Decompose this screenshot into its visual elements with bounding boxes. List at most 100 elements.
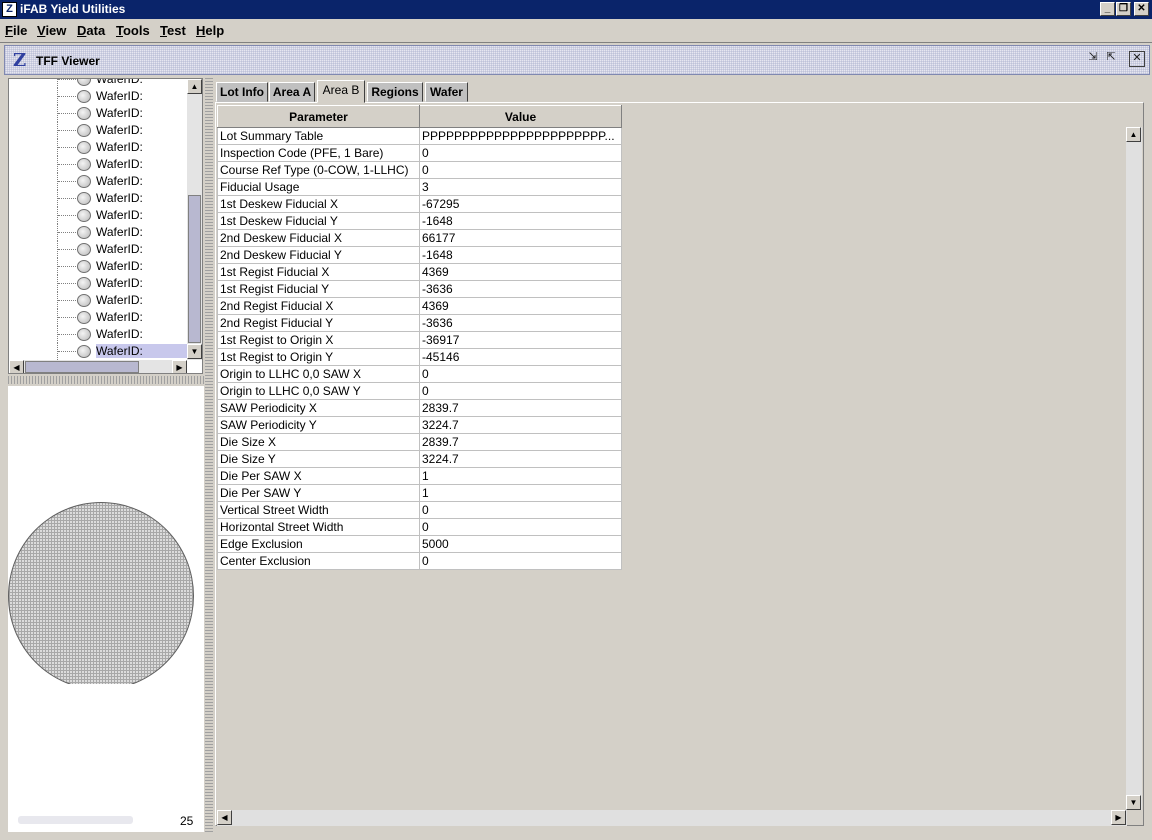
parameter-cell[interactable]: Center Exclusion: [217, 552, 420, 570]
tree-item[interactable]: WaferID:: [9, 258, 189, 275]
tree-item[interactable]: WaferID:: [9, 173, 189, 190]
parameter-cell[interactable]: 1st Deskew Fiducial Y: [217, 212, 420, 230]
internal-frame-title-bar[interactable]: Z TFF Viewer ⇲ ⇱ ✕: [4, 45, 1150, 75]
tree-item[interactable]: WaferID:: [9, 309, 189, 326]
tree-item[interactable]: WaferID:: [9, 207, 189, 224]
parameter-cell[interactable]: SAW Periodicity X: [217, 399, 420, 417]
table-row[interactable]: 2nd Regist Fiducial Y -3636: [217, 314, 622, 332]
parameter-cell[interactable]: 2nd Regist Fiducial Y: [217, 314, 420, 332]
value-cell[interactable]: 3: [419, 178, 622, 196]
parameter-cell[interactable]: Die Size X: [217, 433, 420, 451]
frame-close-icon[interactable]: ✕: [1129, 51, 1145, 67]
parameter-cell[interactable]: Lot Summary Table: [217, 127, 420, 145]
value-cell[interactable]: -36917: [419, 331, 622, 349]
value-cell[interactable]: 2839.7: [419, 433, 622, 451]
value-cell[interactable]: 0: [419, 161, 622, 179]
table-row[interactable]: 1st Regist to Origin X -36917: [217, 331, 622, 349]
value-cell[interactable]: 4369: [419, 297, 622, 315]
table-horizontal-scrollbar[interactable]: ◀ ▶: [217, 810, 1127, 826]
tree-item[interactable]: WaferID:: [9, 122, 189, 139]
table-row[interactable]: 2nd Deskew Fiducial X 66177: [217, 229, 622, 247]
parameter-cell[interactable]: 2nd Deskew Fiducial Y: [217, 246, 420, 264]
value-cell[interactable]: 0: [419, 382, 622, 400]
tree-horizontal-scrollbar[interactable]: ◀ ▶: [9, 360, 187, 373]
parameter-cell[interactable]: 2nd Deskew Fiducial X: [217, 229, 420, 247]
table-row[interactable]: Origin to LLHC 0,0 SAW X0: [217, 365, 622, 383]
tree-item[interactable]: WaferID:: [9, 292, 189, 309]
value-cell[interactable]: 1: [419, 467, 622, 485]
table-row[interactable]: Inspection Code (PFE, 1 Bare) 0: [217, 144, 622, 162]
tab-area-b[interactable]: Area B: [317, 80, 365, 103]
table-row[interactable]: 1st Regist to Origin Y -45146: [217, 348, 622, 366]
parameter-cell[interactable]: 1st Deskew Fiducial X: [217, 195, 420, 213]
parameter-cell[interactable]: Die Per SAW X: [217, 467, 420, 485]
tree-item[interactable]: WaferID:: [9, 224, 189, 241]
table-row[interactable]: Die Per SAW X1: [217, 467, 622, 485]
parameter-cell[interactable]: Fiducial Usage: [217, 178, 420, 196]
table-row[interactable]: Die Per SAW Y1: [217, 484, 622, 502]
vertical-splitter[interactable]: [205, 78, 213, 832]
scroll-up-icon[interactable]: ▲: [187, 79, 202, 94]
tab-wafer[interactable]: Wafer: [425, 82, 468, 102]
value-cell[interactable]: 66177: [419, 229, 622, 247]
parameter-cell[interactable]: 1st Regist Fiducial Y: [217, 280, 420, 298]
table-vertical-scrollbar[interactable]: ▲ ▼: [1126, 127, 1142, 810]
parameter-cell[interactable]: 1st Regist to Origin Y: [217, 348, 420, 366]
table-row[interactable]: 1st Deskew Fiducial X -67295: [217, 195, 622, 213]
wafer-tree[interactable]: WaferID: WaferID: WaferID: WaferID: WaferID:…: [8, 78, 203, 374]
value-cell[interactable]: 4369: [419, 263, 622, 281]
tree-item[interactable]: WaferID:: [9, 241, 189, 258]
table-row[interactable]: Center Exclusion 0: [217, 552, 622, 570]
table-row[interactable]: Lot Summary Table PPPPPPPPPPPPPPPPPPPPPPP…: [217, 127, 622, 145]
tree-item-partial[interactable]: WaferID:: [9, 79, 189, 88]
menu-view[interactable]: View: [37, 23, 66, 38]
table-row[interactable]: 2nd Deskew Fiducial Y -1648: [217, 246, 622, 264]
table-row[interactable]: Fiducial Usage 3: [217, 178, 622, 196]
parameter-cell[interactable]: Horizontal Street Width: [217, 518, 420, 536]
table-row[interactable]: 1st Regist Fiducial X 4369: [217, 263, 622, 281]
scroll-down-icon[interactable]: ▼: [1126, 795, 1141, 810]
menu-data[interactable]: Data: [77, 23, 105, 38]
menu-tools[interactable]: Tools: [116, 23, 150, 38]
tree-item[interactable]: WaferID:: [9, 88, 189, 105]
value-cell[interactable]: -3636: [419, 280, 622, 298]
value-cell[interactable]: 3224.7: [419, 450, 622, 468]
scroll-right-icon[interactable]: ▶: [1111, 810, 1126, 825]
value-cell[interactable]: 0: [419, 501, 622, 519]
table-row[interactable]: Course Ref Type (0-COW, 1-LLHC) 0: [217, 161, 622, 179]
table-row[interactable]: 2nd Regist Fiducial X 4369: [217, 297, 622, 315]
value-cell[interactable]: 0: [419, 365, 622, 383]
tree-item[interactable]: WaferID:: [9, 105, 189, 122]
column-header-value[interactable]: Value: [419, 105, 622, 128]
value-cell[interactable]: -3636: [419, 314, 622, 332]
value-cell[interactable]: -1648: [419, 246, 622, 264]
tab-area-a[interactable]: Area A: [269, 82, 315, 102]
frame-minimize-icon[interactable]: ⇲: [1086, 51, 1100, 65]
scroll-right-icon[interactable]: ▶: [172, 360, 187, 373]
menu-test[interactable]: Test: [160, 23, 186, 38]
parameter-cell[interactable]: Course Ref Type (0-COW, 1-LLHC): [217, 161, 420, 179]
scroll-down-icon[interactable]: ▼: [187, 344, 202, 359]
wafer-map[interactable]: [8, 502, 194, 690]
value-cell[interactable]: -1648: [419, 212, 622, 230]
value-cell[interactable]: 0: [419, 552, 622, 570]
scroll-left-icon[interactable]: ◀: [217, 810, 232, 825]
tree-item[interactable]: WaferID:: [9, 275, 189, 292]
horizontal-splitter[interactable]: [8, 376, 204, 384]
parameter-cell[interactable]: 2nd Regist Fiducial X: [217, 297, 420, 315]
table-row[interactable]: 1st Regist Fiducial Y -3636: [217, 280, 622, 298]
parameter-cell[interactable]: 1st Regist to Origin X: [217, 331, 420, 349]
value-cell[interactable]: PPPPPPPPPPPPPPPPPPPPPPP...: [419, 127, 622, 145]
tree-vertical-thumb[interactable]: [188, 195, 201, 343]
tab-lot-info[interactable]: Lot Info: [216, 82, 268, 102]
menu-file[interactable]: File: [5, 23, 27, 38]
tree-item[interactable]: WaferID:: [9, 139, 189, 156]
scroll-up-icon[interactable]: ▲: [1126, 127, 1141, 142]
value-cell[interactable]: 0: [419, 518, 622, 536]
value-cell[interactable]: -45146: [419, 348, 622, 366]
value-cell[interactable]: -67295: [419, 195, 622, 213]
value-cell[interactable]: 3224.7: [419, 416, 622, 434]
parameter-cell[interactable]: SAW Periodicity Y: [217, 416, 420, 434]
value-cell[interactable]: 2839.7: [419, 399, 622, 417]
table-row[interactable]: Die Size X 2839.7: [217, 433, 622, 451]
